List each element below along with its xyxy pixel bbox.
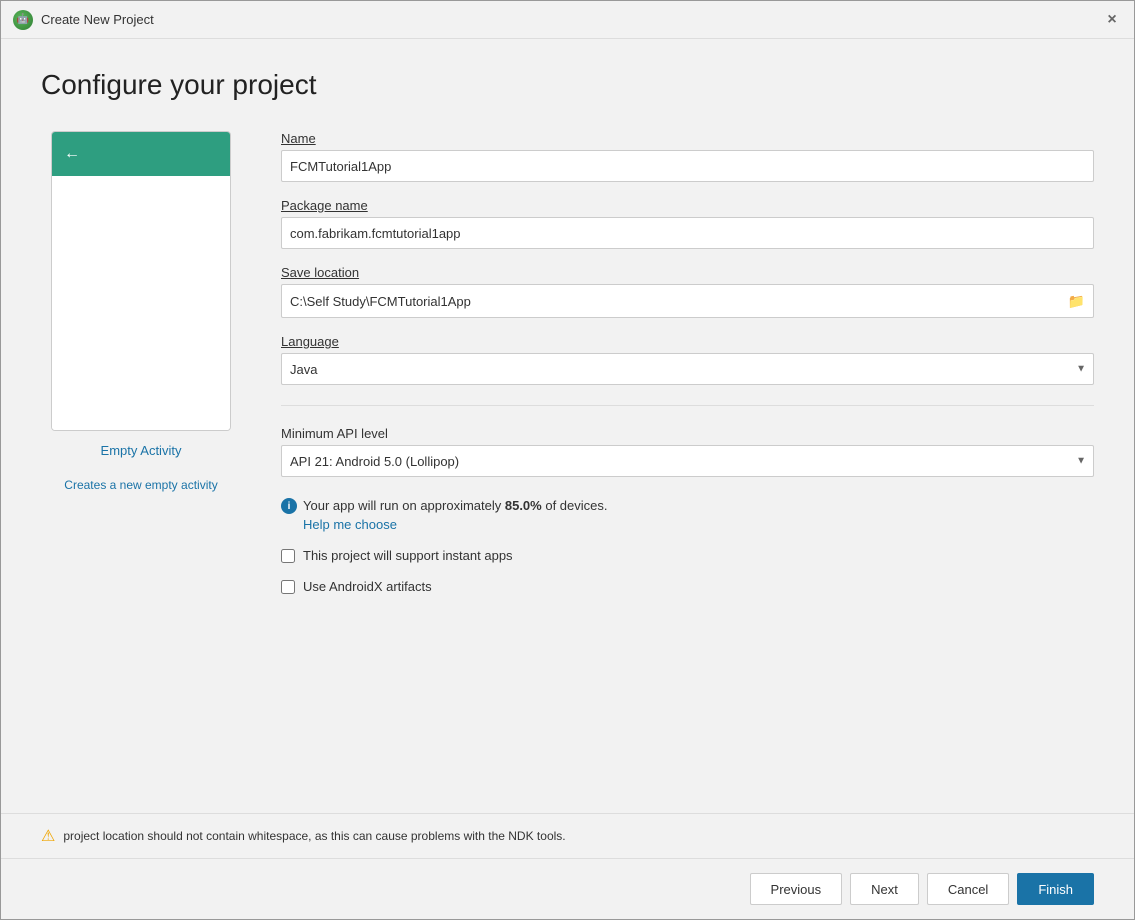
min-api-select-wrapper: API 16: Android 4.1 (Jelly Bean) API 19:… (281, 445, 1094, 477)
device-info-text: Your app will run on approximately 85.0%… (303, 497, 608, 532)
phone-header: ← (52, 132, 230, 176)
package-field-group: Package name (281, 198, 1094, 249)
back-arrow-icon: ← (64, 145, 80, 163)
warning-bar: ⚠ project location should not contain wh… (1, 813, 1134, 858)
title-bar-left: 🤖 Create New Project (13, 10, 154, 30)
footer: Previous Next Cancel Finish (1, 858, 1134, 919)
left-panel: ← Empty Activity Creates a new empty act… (41, 131, 241, 803)
min-api-field-group: Minimum API level API 16: Android 4.1 (J… (281, 426, 1094, 477)
language-label: Language (281, 334, 1094, 349)
activity-label: Empty Activity (101, 443, 182, 458)
instant-apps-checkbox[interactable] (281, 549, 295, 563)
instant-apps-label: This project will support instant apps (303, 548, 513, 563)
devices-text-prefix: Your app will run on approximately (303, 498, 505, 513)
language-select[interactable]: Java Kotlin (281, 353, 1094, 385)
page-title: Configure your project (41, 69, 1094, 101)
folder-icon[interactable]: 📁 (1060, 293, 1093, 310)
save-location-field-group: Save location 📁 (281, 265, 1094, 318)
name-field-group: Name (281, 131, 1094, 182)
main-area: ← Empty Activity Creates a new empty act… (41, 131, 1094, 803)
package-label: Package name (281, 198, 1094, 213)
info-icon: i (281, 498, 297, 514)
phone-body (52, 176, 230, 430)
name-input[interactable] (281, 150, 1094, 182)
androidx-label: Use AndroidX artifacts (303, 579, 432, 594)
save-location-input-wrapper: 📁 (281, 284, 1094, 318)
androidx-row: Use AndroidX artifacts (281, 579, 1094, 594)
min-api-label: Minimum API level (281, 426, 1094, 441)
main-window: 🤖 Create New Project × Configure your pr… (0, 0, 1135, 920)
next-button[interactable]: Next (850, 873, 919, 905)
divider (281, 405, 1094, 406)
finish-button[interactable]: Finish (1017, 873, 1094, 905)
title-bar: 🤖 Create New Project × (1, 1, 1134, 39)
cancel-button[interactable]: Cancel (927, 873, 1009, 905)
warning-icon: ⚠ (41, 826, 55, 846)
previous-button[interactable]: Previous (750, 873, 843, 905)
androidx-checkbox[interactable] (281, 580, 295, 594)
language-field-group: Language Java Kotlin ▼ (281, 334, 1094, 385)
content-area: Configure your project ← Empty Activity … (1, 39, 1134, 803)
close-button[interactable]: × (1102, 10, 1122, 30)
help-me-choose-link[interactable]: Help me choose (303, 517, 608, 532)
save-location-label: Save location (281, 265, 1094, 280)
app-icon: 🤖 (13, 10, 33, 30)
name-label: Name (281, 131, 1094, 146)
window-title: Create New Project (41, 12, 154, 27)
warning-text: project location should not contain whit… (63, 829, 565, 843)
save-location-input[interactable] (282, 285, 1060, 317)
min-api-select[interactable]: API 16: Android 4.1 (Jelly Bean) API 19:… (281, 445, 1094, 477)
instant-apps-row: This project will support instant apps (281, 548, 1094, 563)
devices-percent: 85.0% (505, 498, 542, 513)
right-panel: Name Package name Save location (281, 131, 1094, 803)
package-input[interactable] (281, 217, 1094, 249)
devices-text-suffix: of devices. (542, 498, 608, 513)
activity-desc: Creates a new empty activity (64, 478, 217, 492)
language-select-wrapper: Java Kotlin ▼ (281, 353, 1094, 385)
device-info-row: i Your app will run on approximately 85.… (281, 497, 1094, 532)
phone-preview: ← (51, 131, 231, 431)
